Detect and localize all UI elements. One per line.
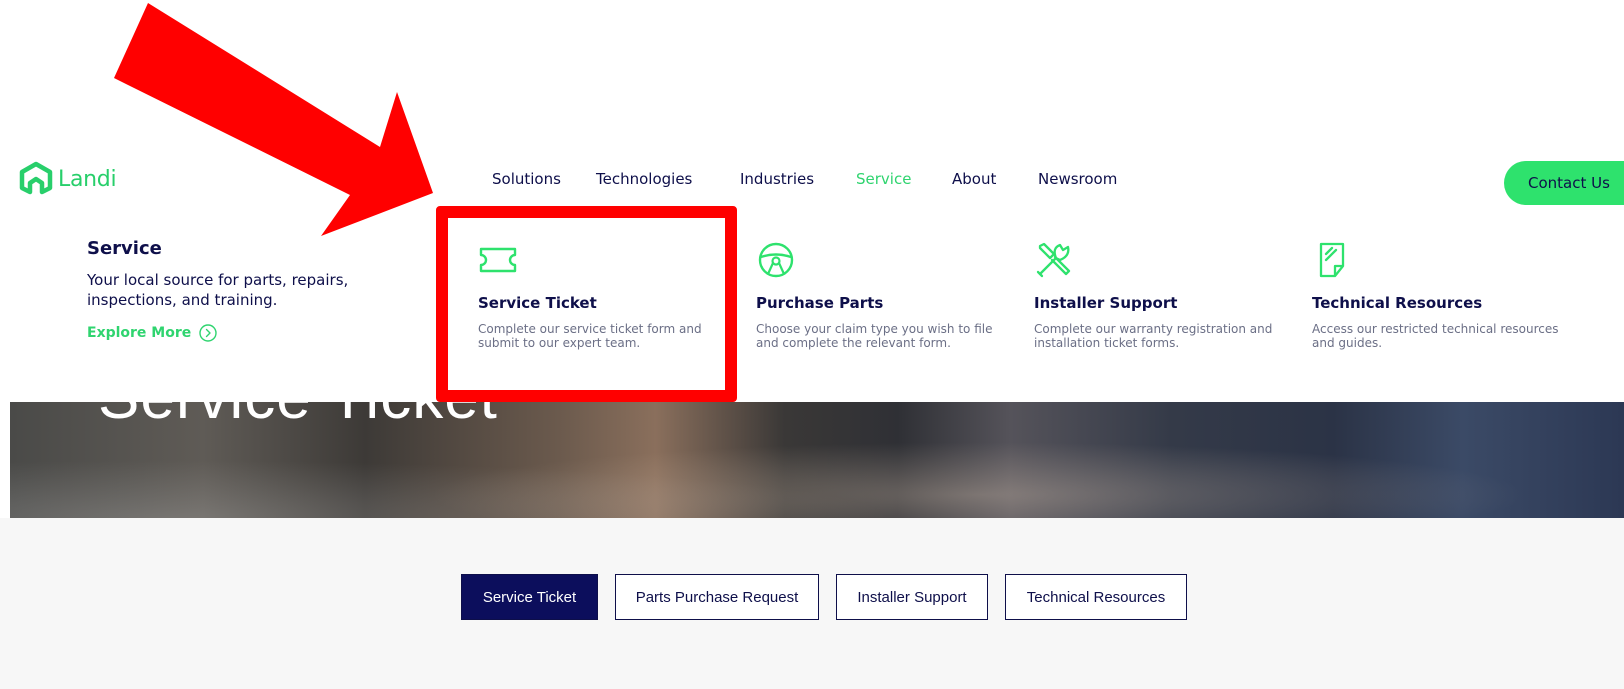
landi-logo[interactable]: Landi (18, 161, 117, 197)
menu-card-installer-support[interactable]: Installer Support Complete our warranty … (1034, 240, 1284, 350)
service-mega-menu: Service Your local source for parts, rep… (0, 206, 1624, 402)
mega-menu-title: Service (87, 238, 162, 259)
explore-more-link[interactable]: Explore More (87, 324, 217, 342)
menu-card-service-ticket[interactable]: Service Ticket Complete our service tick… (478, 240, 728, 350)
card-description: Choose your claim type you wish to file … (756, 322, 993, 350)
nav-service[interactable]: Service (856, 170, 911, 188)
menu-card-purchase-parts[interactable]: Purchase Parts Choose your claim type yo… (756, 240, 1006, 350)
ticket-icon (479, 247, 517, 273)
tab-parts-purchase-request[interactable]: Parts Purchase Request (615, 574, 819, 620)
card-title: Purchase Parts (756, 294, 884, 312)
chevron-right-circle-icon (199, 324, 217, 342)
form-tabs-section: Service Ticket Parts Purchase Request In… (0, 518, 1624, 689)
document-icon (1319, 242, 1345, 278)
nav-solutions[interactable]: Solutions (492, 170, 561, 188)
annotation-arrow-icon (114, 3, 433, 236)
tab-service-ticket[interactable]: Service Ticket (461, 574, 598, 620)
hero-title: Service Ticket (98, 402, 498, 433)
nav-newsroom[interactable]: Newsroom (1038, 170, 1117, 188)
menu-card-technical-resources[interactable]: Technical Resources Access our restricte… (1312, 240, 1562, 350)
card-description: Complete our warranty registration and i… (1034, 322, 1273, 350)
steering-wheel-icon (758, 242, 794, 278)
nav-about[interactable]: About (952, 170, 996, 188)
landi-logo-icon (19, 161, 53, 195)
card-title: Service Ticket (478, 294, 597, 312)
tools-icon (1036, 242, 1071, 278)
card-description: Access our restricted technical resource… (1312, 322, 1559, 350)
tab-installer-support[interactable]: Installer Support (836, 574, 988, 620)
nav-technologies[interactable]: Technologies (596, 170, 692, 188)
contact-us-button[interactable]: Contact Us (1504, 161, 1624, 205)
mega-menu-description: Your local source for parts, repairs, in… (87, 271, 349, 309)
card-title: Installer Support (1034, 294, 1178, 312)
tab-technical-resources[interactable]: Technical Resources (1005, 574, 1187, 620)
explore-more-label: Explore More (87, 325, 192, 341)
card-title: Technical Resources (1312, 294, 1483, 312)
hero-banner: Service Ticket (10, 402, 1624, 518)
logo-text: Landi (58, 166, 117, 192)
card-description: Complete our service ticket form and sub… (478, 322, 702, 350)
nav-industries[interactable]: Industries (740, 170, 814, 188)
